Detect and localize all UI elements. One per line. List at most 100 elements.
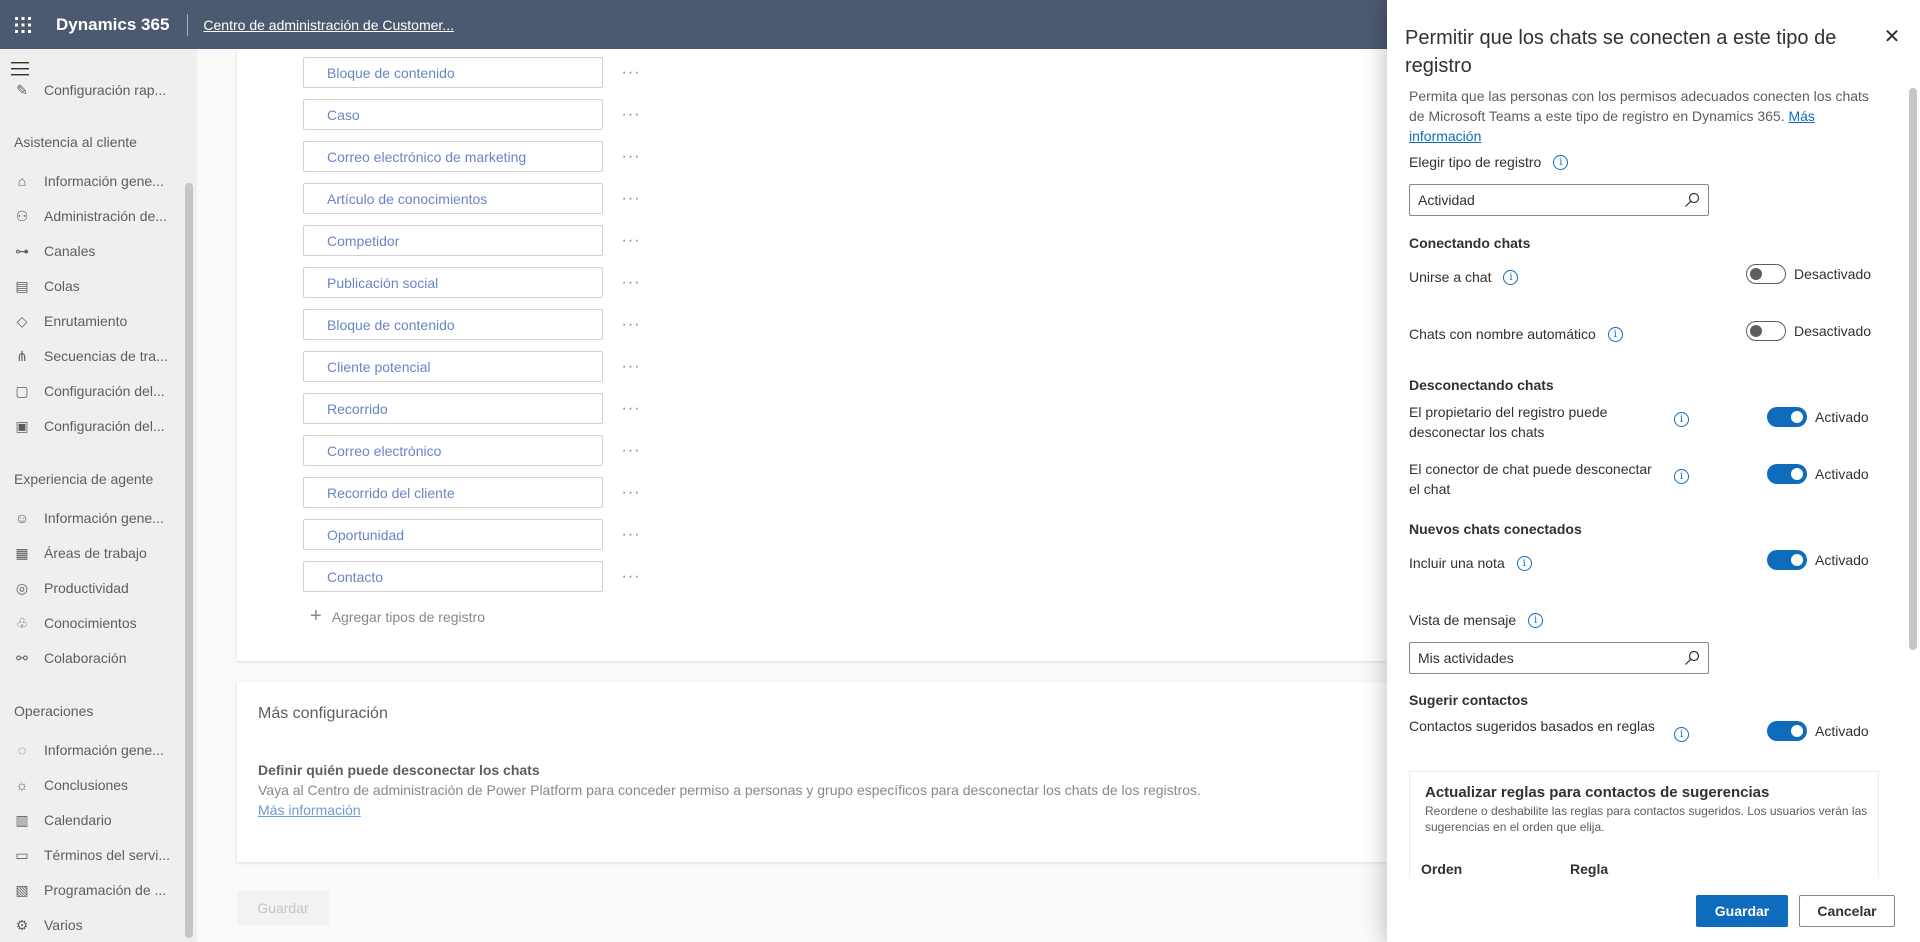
toggle-state: Desactivado [1794,323,1872,339]
sidebar-item-user-management[interactable]: ⚇ Administración de... [0,201,180,231]
cancel-button[interactable]: Cancelar [1799,895,1895,927]
more-options-button[interactable]: ··· [619,99,643,130]
more-options-button[interactable]: ··· [619,561,643,592]
info-icon[interactable]: i [1553,154,1569,170]
toggle-switch[interactable] [1767,550,1807,570]
record-type-item[interactable]: Competidor [303,225,603,256]
search-icon[interactable] [1684,650,1700,666]
info-icon[interactable]: i [1674,727,1689,742]
join-chat-toggle[interactable]: Desactivado [1746,264,1871,284]
sidebar-item-quick-config[interactable]: ✎ Configuración rap... [0,75,180,105]
more-options-button[interactable]: ··· [619,477,643,508]
app-launcher-icon[interactable] [0,0,46,49]
main-content: Bloque de contenido ··· Caso ··· Correo … [197,49,1387,942]
more-options-button[interactable]: ··· [619,57,643,88]
productivity-icon: ◎ [15,579,29,596]
panel-scrollbar[interactable] [1909,88,1917,650]
rules-box-title: Actualizar reglas para contactos de suge… [1425,784,1770,801]
toggle-switch[interactable] [1767,407,1807,427]
sidebar-item-config-1[interactable]: ▢ Configuración del... [0,376,180,406]
message-view-search-input[interactable]: Mis actividades [1409,642,1709,674]
sidebar-item-label: Información gene... [44,510,164,526]
sidebar-item-workflows[interactable]: ⋔ Secuencias de tra... [0,341,180,371]
record-type-item[interactable]: Bloque de contenido [303,309,603,340]
info-icon[interactable]: i [1674,469,1689,484]
sidebar-item-misc[interactable]: ⚙ Varios [0,910,180,940]
sidebar-item-config-2[interactable]: ▣ Configuración del... [0,411,180,441]
owner-disconnect-toggle[interactable]: Activado [1767,407,1869,427]
gear-icon: ⚙ [15,916,29,933]
connector-disconnect-toggle[interactable]: Activado [1767,464,1869,484]
new-chats-heading: Nuevos chats conectados [1409,521,1582,537]
sidebar-item-label: Administración de... [44,208,167,224]
sidebar-item-knowledge[interactable]: ♧ Conocimientos [0,608,180,638]
toggle-switch[interactable] [1767,464,1807,484]
more-options-button[interactable]: ··· [619,309,643,340]
toggle-switch[interactable] [1746,321,1786,341]
info-icon[interactable]: i [1528,612,1544,628]
toggle-state: Desactivado [1794,266,1872,282]
sidebar-item-label: Programación de ... [44,882,167,898]
sidebar-item-insights[interactable]: ☼ Conclusiones [0,770,180,800]
more-options-button[interactable]: ··· [619,267,643,298]
record-type-item[interactable]: Oportunidad [303,519,603,550]
more-options-button[interactable]: ··· [619,435,643,466]
sidebar-item-workspaces[interactable]: ▦ Áreas de trabajo [0,538,180,568]
record-type-item[interactable]: Artículo de conocimientos [303,183,603,214]
sidebar-item-channels[interactable]: ⊶ Canales [0,236,180,266]
queue-icon: ▤ [15,277,29,294]
record-type-item[interactable]: Cliente potencial [303,351,603,382]
auto-name-toggle[interactable]: Desactivado [1746,321,1871,341]
app-title-link[interactable]: Centro de administración de Customer... [188,17,454,33]
sidebar-item-calendar[interactable]: ▥ Calendario [0,805,180,835]
save-button[interactable]: Guardar [1696,895,1788,927]
info-icon[interactable]: i [1607,326,1623,342]
record-type-item[interactable]: Recorrido del cliente [303,477,603,508]
toggle-state: Activado [1815,723,1869,739]
record-type-item[interactable]: Recorrido [303,393,603,424]
sidebar-item-ae-overview[interactable]: ☺ Información gene... [0,503,180,533]
sidebar-item-scheduling[interactable]: ▧ Programación de ... [0,875,180,905]
more-options-button[interactable]: ··· [619,519,643,550]
sidebar-section-customer-support: Asistencia al cliente [14,134,137,150]
toggle-switch[interactable] [1746,264,1786,284]
brand-name[interactable]: Dynamics 365 [46,15,187,35]
record-type-item[interactable]: Correo electrónico [303,435,603,466]
more-options-button[interactable]: ··· [619,141,643,172]
record-type-item[interactable]: Contacto [303,561,603,592]
record-type-item[interactable]: Publicación social [303,267,603,298]
toggle-switch[interactable] [1767,721,1807,741]
more-options-button[interactable]: ··· [619,393,643,424]
record-type-search-input[interactable]: Actividad [1409,184,1709,216]
include-note-toggle[interactable]: Activado [1767,550,1869,570]
more-options-button[interactable]: ··· [619,351,643,382]
info-icon[interactable]: i [1674,412,1689,427]
rule-contacts-toggle[interactable]: Activado [1767,721,1869,741]
info-icon[interactable]: i [1503,269,1519,285]
close-icon[interactable]: ✕ [1880,24,1904,48]
people-icon: ⚇ [15,207,29,224]
sidebar-scrollbar[interactable] [185,183,193,938]
more-options-button[interactable]: ··· [619,225,643,256]
more-options-button[interactable]: ··· [619,183,643,214]
join-chat-label-text: Unirse a chat [1409,269,1492,285]
record-type-item[interactable]: Caso [303,99,603,130]
info-icon[interactable]: i [1516,555,1532,571]
sidebar-item-cs-overview[interactable]: ⌂ Información gene... [0,166,180,196]
person-icon: ☺ [14,510,30,526]
sidebar-item-routing[interactable]: ◇ Enrutamiento [0,306,180,336]
sidebar-item-op-overview[interactable]: ◌ Información gene... [0,735,180,765]
sidebar-item-queues[interactable]: ▤ Colas [0,271,180,301]
record-type-item[interactable]: Correo electrónico de marketing [303,141,603,172]
record-type-item[interactable]: Bloque de contenido [303,57,603,88]
sidebar-item-productivity[interactable]: ◎ Productividad [0,573,180,603]
more-info-link[interactable]: Más información [258,802,361,818]
save-button-disabled[interactable]: Guardar [237,891,329,925]
owner-disconnect-label: El propietario del registro puede descon… [1409,404,1608,440]
add-record-types-button[interactable]: + Agregar tipos de registro [310,605,485,628]
search-icon[interactable] [1684,192,1700,208]
sidebar-item-service-terms[interactable]: ▭ Términos del servi... [0,840,180,870]
sidebar-item-label: Términos del servi... [44,847,171,863]
sidebar-item-collaboration[interactable]: ⚯ Colaboración [0,643,180,673]
plus-icon: + [310,605,322,627]
